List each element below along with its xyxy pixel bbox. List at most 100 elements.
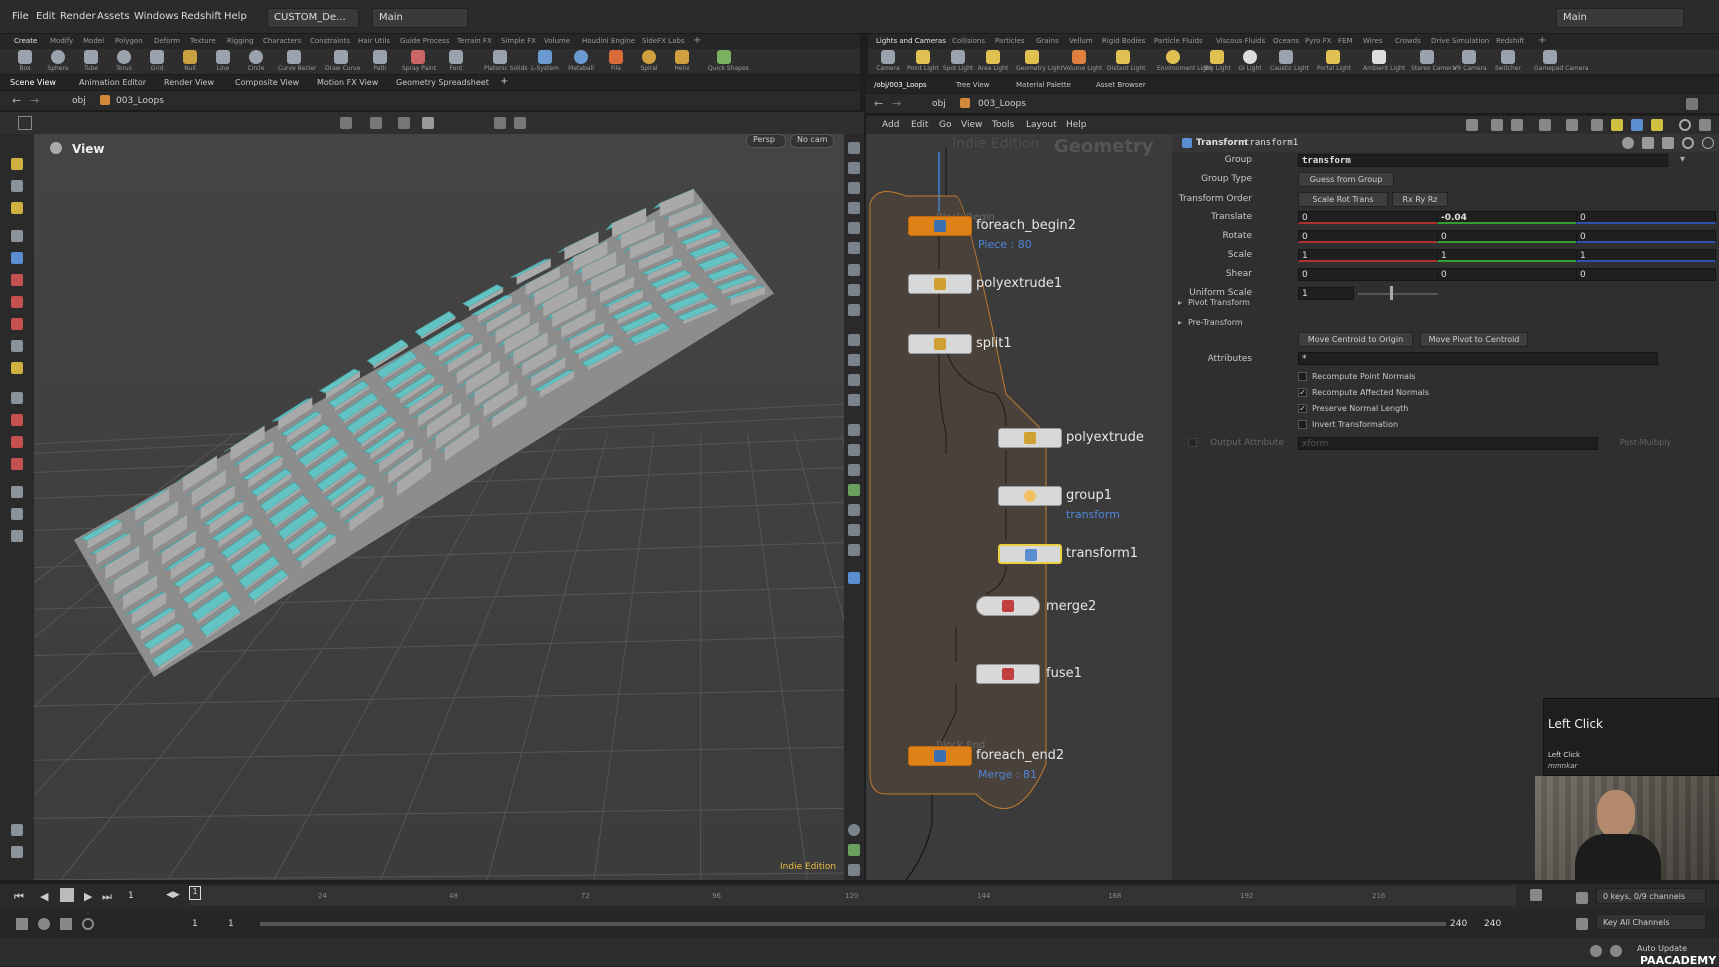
node-fuse1[interactable]: [976, 664, 1040, 684]
network-back-icon[interactable]: ←: [874, 97, 883, 110]
pin-pane-icon[interactable]: [1686, 98, 1698, 110]
gear-icon[interactable]: [1622, 137, 1634, 149]
pin-tool-icon[interactable]: [11, 340, 23, 352]
snap-tool-icon[interactable]: [11, 436, 23, 448]
sync-icon[interactable]: [1610, 945, 1622, 957]
shelf-tab-viscous-fluids[interactable]: Viscous Fluids: [1216, 37, 1265, 45]
tab-animation-editor[interactable]: Animation Editor: [79, 78, 146, 87]
point-numbers-icon[interactable]: [848, 334, 860, 346]
shelf-tab-modify[interactable]: Modify: [50, 37, 73, 45]
rotate-x-field[interactable]: 0: [1298, 230, 1438, 243]
step-back-icon[interactable]: ◀: [40, 890, 48, 903]
key-icon[interactable]: [1530, 889, 1542, 901]
tool-gi-light[interactable]: GI Light: [1234, 50, 1266, 75]
desktop-selector-right[interactable]: Main: [1556, 8, 1684, 28]
tab-render-view[interactable]: Render View: [164, 78, 214, 87]
pre-transform-folder[interactable]: Pre-Transform: [1188, 318, 1243, 327]
tools-icon[interactable]: [1466, 119, 1478, 131]
tool-geometry-light[interactable]: Geometry Light: [1016, 50, 1048, 75]
flipbook-icon[interactable]: [11, 530, 23, 542]
tool-font[interactable]: Font: [440, 50, 472, 75]
persp-menu[interactable]: Persp: [746, 134, 786, 148]
snap-icon[interactable]: [494, 117, 506, 129]
move-tool-icon[interactable]: [11, 180, 23, 192]
tool-file[interactable]: File: [600, 50, 632, 75]
tool-line[interactable]: Line: [207, 50, 239, 75]
shelf-tab-drive-simulation[interactable]: Drive Simulation: [1431, 37, 1489, 45]
timecode-icon[interactable]: [82, 918, 94, 930]
tool-spot-light[interactable]: Spot Light: [942, 50, 974, 75]
tool-vr-camera[interactable]: VR Camera: [1453, 50, 1485, 75]
view-menu-icon[interactable]: [50, 142, 62, 154]
tool-circle[interactable]: Circle: [240, 50, 272, 75]
range-start-field[interactable]: 1: [192, 919, 198, 929]
image-icon[interactable]: [1631, 119, 1643, 131]
shelf-tab-volume[interactable]: Volume: [544, 37, 570, 45]
tool-switcher[interactable]: Switcher: [1492, 50, 1524, 75]
shelf-tab-simple-fx[interactable]: Simple FX: [501, 37, 536, 45]
help-icon[interactable]: [1662, 137, 1674, 149]
network-menu-layout[interactable]: Layout: [1026, 120, 1057, 130]
network-menu-go[interactable]: Go: [939, 120, 951, 130]
tool-sky-light[interactable]: Sky Light: [1201, 50, 1233, 75]
tab-geometry-spreadsheet[interactable]: Geometry Spreadsheet: [396, 78, 489, 87]
path-node[interactable]: 003_Loops: [116, 96, 164, 106]
tool-point-light[interactable]: Point Light: [907, 50, 939, 75]
grid-view-icon[interactable]: [1539, 119, 1551, 131]
shear-x-field[interactable]: 0: [1298, 268, 1438, 281]
shelf-tab-fem[interactable]: FEM: [1338, 37, 1353, 45]
range-end-field[interactable]: 240: [1450, 919, 1467, 929]
node-polyextrude2[interactable]: [998, 428, 1062, 448]
quad-view-icon[interactable]: [848, 844, 860, 856]
shelf-tab-texture[interactable]: Texture: [190, 37, 216, 45]
pose-tool-icon[interactable]: [11, 296, 23, 308]
step-keys-icon[interactable]: ◀▶: [166, 890, 180, 900]
camera-view-icon[interactable]: [11, 508, 23, 520]
group-field[interactable]: transform: [1298, 154, 1668, 167]
uniform-scale-slider[interactable]: [1358, 293, 1438, 295]
tool-torus[interactable]: Torus: [108, 50, 140, 75]
recompute-affected-normals-checkbox[interactable]: ✓: [1298, 388, 1307, 397]
invert-transformation-checkbox[interactable]: [1298, 420, 1307, 429]
tool-portal-light[interactable]: Portal Light: [1317, 50, 1349, 75]
tab-asset-browser[interactable]: Asset Browser: [1096, 81, 1146, 89]
shear-z-field[interactable]: 0: [1576, 268, 1716, 281]
uniform-scale-slider-handle[interactable]: [1390, 286, 1393, 300]
shear-y-field[interactable]: 0: [1437, 268, 1577, 281]
network-forward-icon[interactable]: →: [892, 97, 901, 110]
sticky-note-icon[interactable]: [1611, 119, 1623, 131]
tab-network-path[interactable]: /obj/003_Loops: [874, 81, 927, 89]
network-menu-help[interactable]: Help: [1066, 120, 1087, 130]
tool-gamepad-camera[interactable]: Gamepad Camera: [1534, 50, 1566, 75]
shelf-tab-particle-fluids[interactable]: Particle Fluids: [1154, 37, 1203, 45]
tab-motion-fx-view[interactable]: Motion FX View: [317, 78, 378, 87]
pivot-transform-folder[interactable]: Pivot Transform: [1188, 298, 1250, 307]
shelf-tab-particles[interactable]: Particles: [995, 37, 1025, 45]
snapshot-display-icon[interactable]: [848, 544, 860, 556]
shelf-tab-vellum[interactable]: Vellum: [1069, 37, 1093, 45]
node-polyextrude1[interactable]: [908, 274, 972, 294]
select-tool-icon[interactable]: [11, 158, 23, 170]
single-view-icon[interactable]: [848, 864, 860, 876]
shelf-tab-grains[interactable]: Grains: [1036, 37, 1059, 45]
rotation-order-dropdown[interactable]: Rx Ry Rz: [1392, 192, 1448, 207]
desktop-selector-main[interactable]: Main: [372, 8, 468, 28]
display-option-icon[interactable]: [398, 117, 410, 129]
tool-curve-bezier[interactable]: Curve Bezier: [278, 50, 310, 75]
shelf-tab-deform[interactable]: Deform: [154, 37, 180, 45]
tool-volume-light[interactable]: Volume Light: [1063, 50, 1095, 75]
network-option-icon[interactable]: [1591, 119, 1603, 131]
menu-file[interactable]: File: [12, 11, 29, 22]
forward-arrow-icon[interactable]: →: [30, 94, 39, 107]
tool-spray-paint[interactable]: Spray Paint: [402, 50, 434, 75]
preserve-normal-length-checkbox[interactable]: ✓: [1298, 404, 1307, 413]
jump-end-icon[interactable]: ⏭: [102, 890, 112, 904]
attributes-field[interactable]: *: [1298, 352, 1658, 365]
shelf-tab-wires[interactable]: Wires: [1363, 37, 1382, 45]
audio-icon[interactable]: [16, 918, 28, 930]
node-transform1[interactable]: [998, 544, 1062, 564]
play-icon[interactable]: ▶: [84, 890, 92, 903]
visualizer-icon[interactable]: [848, 162, 860, 174]
move-centroid-button[interactable]: Move Centroid to Origin: [1298, 332, 1413, 347]
display-options-icon[interactable]: [848, 142, 860, 154]
